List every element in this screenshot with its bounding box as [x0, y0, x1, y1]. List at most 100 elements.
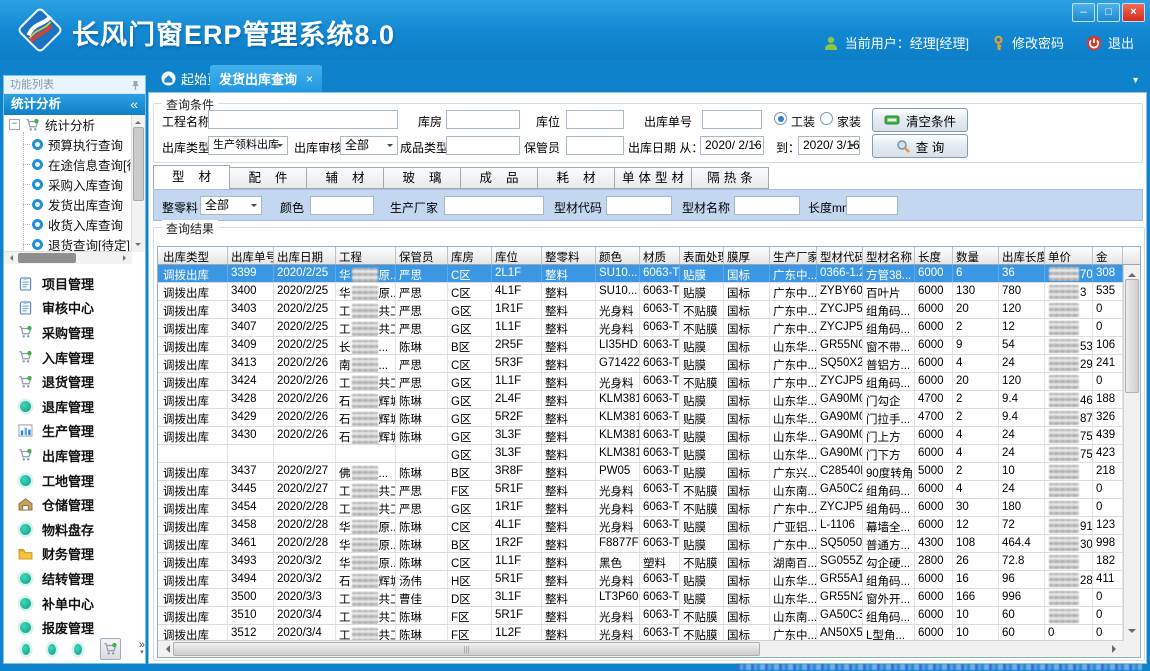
logout-link[interactable]: 退出 [1108, 33, 1134, 52]
column-header[interactable]: 出库单号 [228, 247, 274, 264]
table-row[interactable]: 调拨出库34092020/2/25长...陈琳B区2R5F整料LI35HD606… [158, 337, 1124, 355]
table-row[interactable]: 调拨出库34542020/2/28工共工程严思G区1R1F整料光身料6063-T… [158, 499, 1124, 517]
sidebar-module-4[interactable]: 退货管理 [4, 369, 145, 394]
sidebar-module-13[interactable]: 补单中心 [4, 591, 145, 616]
clear-conditions-button[interactable]: 清空条件 [872, 108, 968, 132]
sidebar-module-14[interactable]: 报废管理 [4, 615, 145, 640]
column-header[interactable]: 膜厚 [724, 247, 770, 264]
tab-shipment-outbound-query[interactable]: 发货出库查询 × [210, 65, 322, 92]
column-header[interactable]: 材质 [640, 247, 680, 264]
change-password-link[interactable]: 修改密码 [1012, 33, 1064, 52]
column-header[interactable]: 表面处理 [680, 247, 724, 264]
sidebar-module-8[interactable]: 工地管理 [4, 468, 145, 493]
sidebar-module-2[interactable]: 采购管理 [4, 320, 145, 345]
order-no-input[interactable] [702, 110, 762, 129]
table-row[interactable]: 调拨出库34242020/2/26工共工程严思G区1L1F整料光身料6063-T… [158, 373, 1124, 391]
tree-horizontal-scrollbar[interactable] [4, 251, 132, 264]
table-row[interactable]: 调拨出库34452020/2/27工共工程严思F区5R1F整料光身料6063-T… [158, 481, 1124, 499]
out-type-select[interactable]: 生产领料出库 [208, 136, 288, 155]
column-header[interactable]: 单价 [1045, 247, 1093, 264]
table-row[interactable]: 调拨出库34292020/2/26石辉城陈琳G区5R2F整料KLM3817606… [158, 409, 1124, 427]
dot-icon[interactable] [74, 644, 82, 655]
column-header[interactable]: 出库日期 [274, 247, 336, 264]
material-tab-7[interactable]: 隔热条 [692, 167, 769, 189]
table-row[interactable]: 调拨出库34942020/3/2石辉城汤伟H区5R1F整料光身料6063-T5贴… [158, 571, 1124, 589]
sidebar-module-10[interactable]: 物料盘存 [4, 517, 145, 542]
material-tab-0[interactable]: 型材 [153, 165, 230, 189]
location-input[interactable] [566, 110, 624, 129]
tree-root[interactable]: − 统计分析 [4, 115, 145, 134]
sidebar-module-9[interactable]: 仓储管理 [4, 492, 145, 517]
sidebar-module-1[interactable]: 审核中心 [4, 296, 145, 321]
material-tab-6[interactable]: 单体型材 [615, 167, 692, 189]
warehouse-input[interactable] [446, 110, 520, 129]
color-input[interactable] [310, 196, 374, 215]
tree-item-0[interactable]: 预算执行查询 [19, 134, 145, 154]
column-header[interactable]: 颜色 [596, 247, 640, 264]
date-from-select[interactable]: 2020/ 2/16 [700, 136, 764, 155]
column-header[interactable]: 数量 [953, 247, 999, 264]
material-tab-1[interactable]: 配件 [230, 167, 307, 189]
tree-item-4[interactable]: 收货入库查询 [19, 214, 145, 234]
tree-expander-icon[interactable]: − [9, 119, 20, 130]
column-header[interactable]: 整零料 [542, 247, 596, 264]
profile-code-input[interactable] [606, 196, 672, 215]
table-row[interactable]: 调拨出库33992020/2/25华原...严思C区2L1F整料SU10...6… [158, 265, 1124, 283]
dot-icon[interactable] [48, 644, 56, 655]
column-header[interactable]: 出库类型 [160, 247, 228, 264]
sidebar-module-11[interactable]: 财务管理 [4, 542, 145, 567]
sidebar-module-3[interactable]: 入库管理 [4, 345, 145, 370]
maximize-button[interactable]: □ [1097, 3, 1120, 22]
sidebar-section-header[interactable]: 统计分析 « [4, 94, 145, 115]
sidebar-module-0[interactable]: 项目管理 [4, 271, 145, 296]
material-tab-3[interactable]: 玻璃 [384, 167, 461, 189]
column-header[interactable]: 工程 [336, 247, 396, 264]
table-row[interactable]: 调拨出库34032020/2/25工共工程严思G区1R1F整料光身料6063-T… [158, 301, 1124, 319]
minimize-button[interactable]: – [1072, 3, 1095, 22]
radio-jiazhuang[interactable] [820, 112, 833, 125]
column-header[interactable]: 生产厂家 [770, 247, 817, 264]
radio-gongzhuang[interactable] [774, 112, 787, 125]
table-row[interactable]: 调拨出库34302020/2/26石辉城陈琳G区3L3F整料KLM3817606… [158, 427, 1124, 445]
column-header[interactable]: 库房 [448, 247, 492, 264]
tree-item-2[interactable]: 采购入库查询 [19, 174, 145, 194]
column-header[interactable]: 金 [1093, 247, 1123, 264]
dot-icon[interactable] [22, 644, 30, 655]
table-row[interactable]: 调拨出库34372020/2/27佛...陈琳B区3R8F整料PW056063-… [158, 463, 1124, 481]
tree-item-1[interactable]: 在途信息查询[待 [19, 154, 145, 174]
more-modules-icon[interactable]: »▾ [139, 641, 145, 657]
material-tab-5[interactable]: 耗材 [538, 167, 615, 189]
search-button[interactable]: 查 询 [872, 134, 968, 158]
length-input[interactable] [846, 196, 898, 215]
table-row[interactable]: 调拨出库35122020/3/4工共工程陈琳F区1L2F整料光身料6063-T5… [158, 625, 1124, 641]
table-row[interactable]: 调拨出库34612020/2/28华原...陈琳B区1R2F整料F8877FT6… [158, 535, 1124, 553]
grid-horizontal-scrollbar[interactable] [158, 640, 1124, 657]
whole-piece-select[interactable]: 全部 [200, 196, 262, 215]
column-header[interactable]: 保管员 [396, 247, 448, 264]
table-row[interactable]: 调拨出库35102020/3/4工共工程陈琳F区5R1F整料光身料6063-T5… [158, 607, 1124, 625]
sidebar-module-12[interactable]: 结转管理 [4, 566, 145, 591]
product-type-input[interactable] [446, 136, 520, 155]
material-tab-2[interactable]: 辅材 [307, 167, 384, 189]
material-tab-4[interactable]: 成品 [461, 167, 538, 189]
table-row[interactable]: G区3L3F整料KLM38176063-T5贴膜国标山东华...GA90M09.… [158, 445, 1124, 463]
cart-footer-button[interactable] [100, 638, 121, 660]
column-header[interactable]: 型材名称 [863, 247, 915, 264]
column-header[interactable]: 库位 [492, 247, 542, 264]
tab-overflow-icon[interactable]: ▼ [1131, 75, 1140, 85]
manufacturer-input[interactable] [444, 196, 544, 215]
grid-vertical-scrollbar[interactable] [1123, 265, 1140, 641]
table-row[interactable]: 调拨出库34282020/2/26石辉城陈琳G区2L4F整料KLM3817606… [158, 391, 1124, 409]
tab-close-icon[interactable]: × [306, 72, 313, 86]
sidebar-module-6[interactable]: 生产管理 [4, 419, 145, 444]
tree-item-3[interactable]: 发货出库查询 [19, 194, 145, 214]
date-to-select[interactable]: 2020/ 3/16 [798, 136, 860, 155]
profile-name-input[interactable] [734, 196, 800, 215]
collapse-icon[interactable]: « [130, 94, 138, 115]
table-row[interactable]: 调拨出库34582020/2/28华原...陈琳C区4L1F整料光身料6063-… [158, 517, 1124, 535]
column-header[interactable]: 出库长度 [999, 247, 1045, 264]
table-row[interactable]: 调拨出库34932020/3/2华原...陈琳C区1L1F整料黑色塑料不贴膜国标… [158, 553, 1124, 571]
column-header[interactable]: 长度 [915, 247, 953, 264]
table-row[interactable]: 调拨出库34002020/2/25华原...严思C区4L1F整料SU10...6… [158, 283, 1124, 301]
tree-vertical-scrollbar[interactable] [131, 115, 145, 252]
